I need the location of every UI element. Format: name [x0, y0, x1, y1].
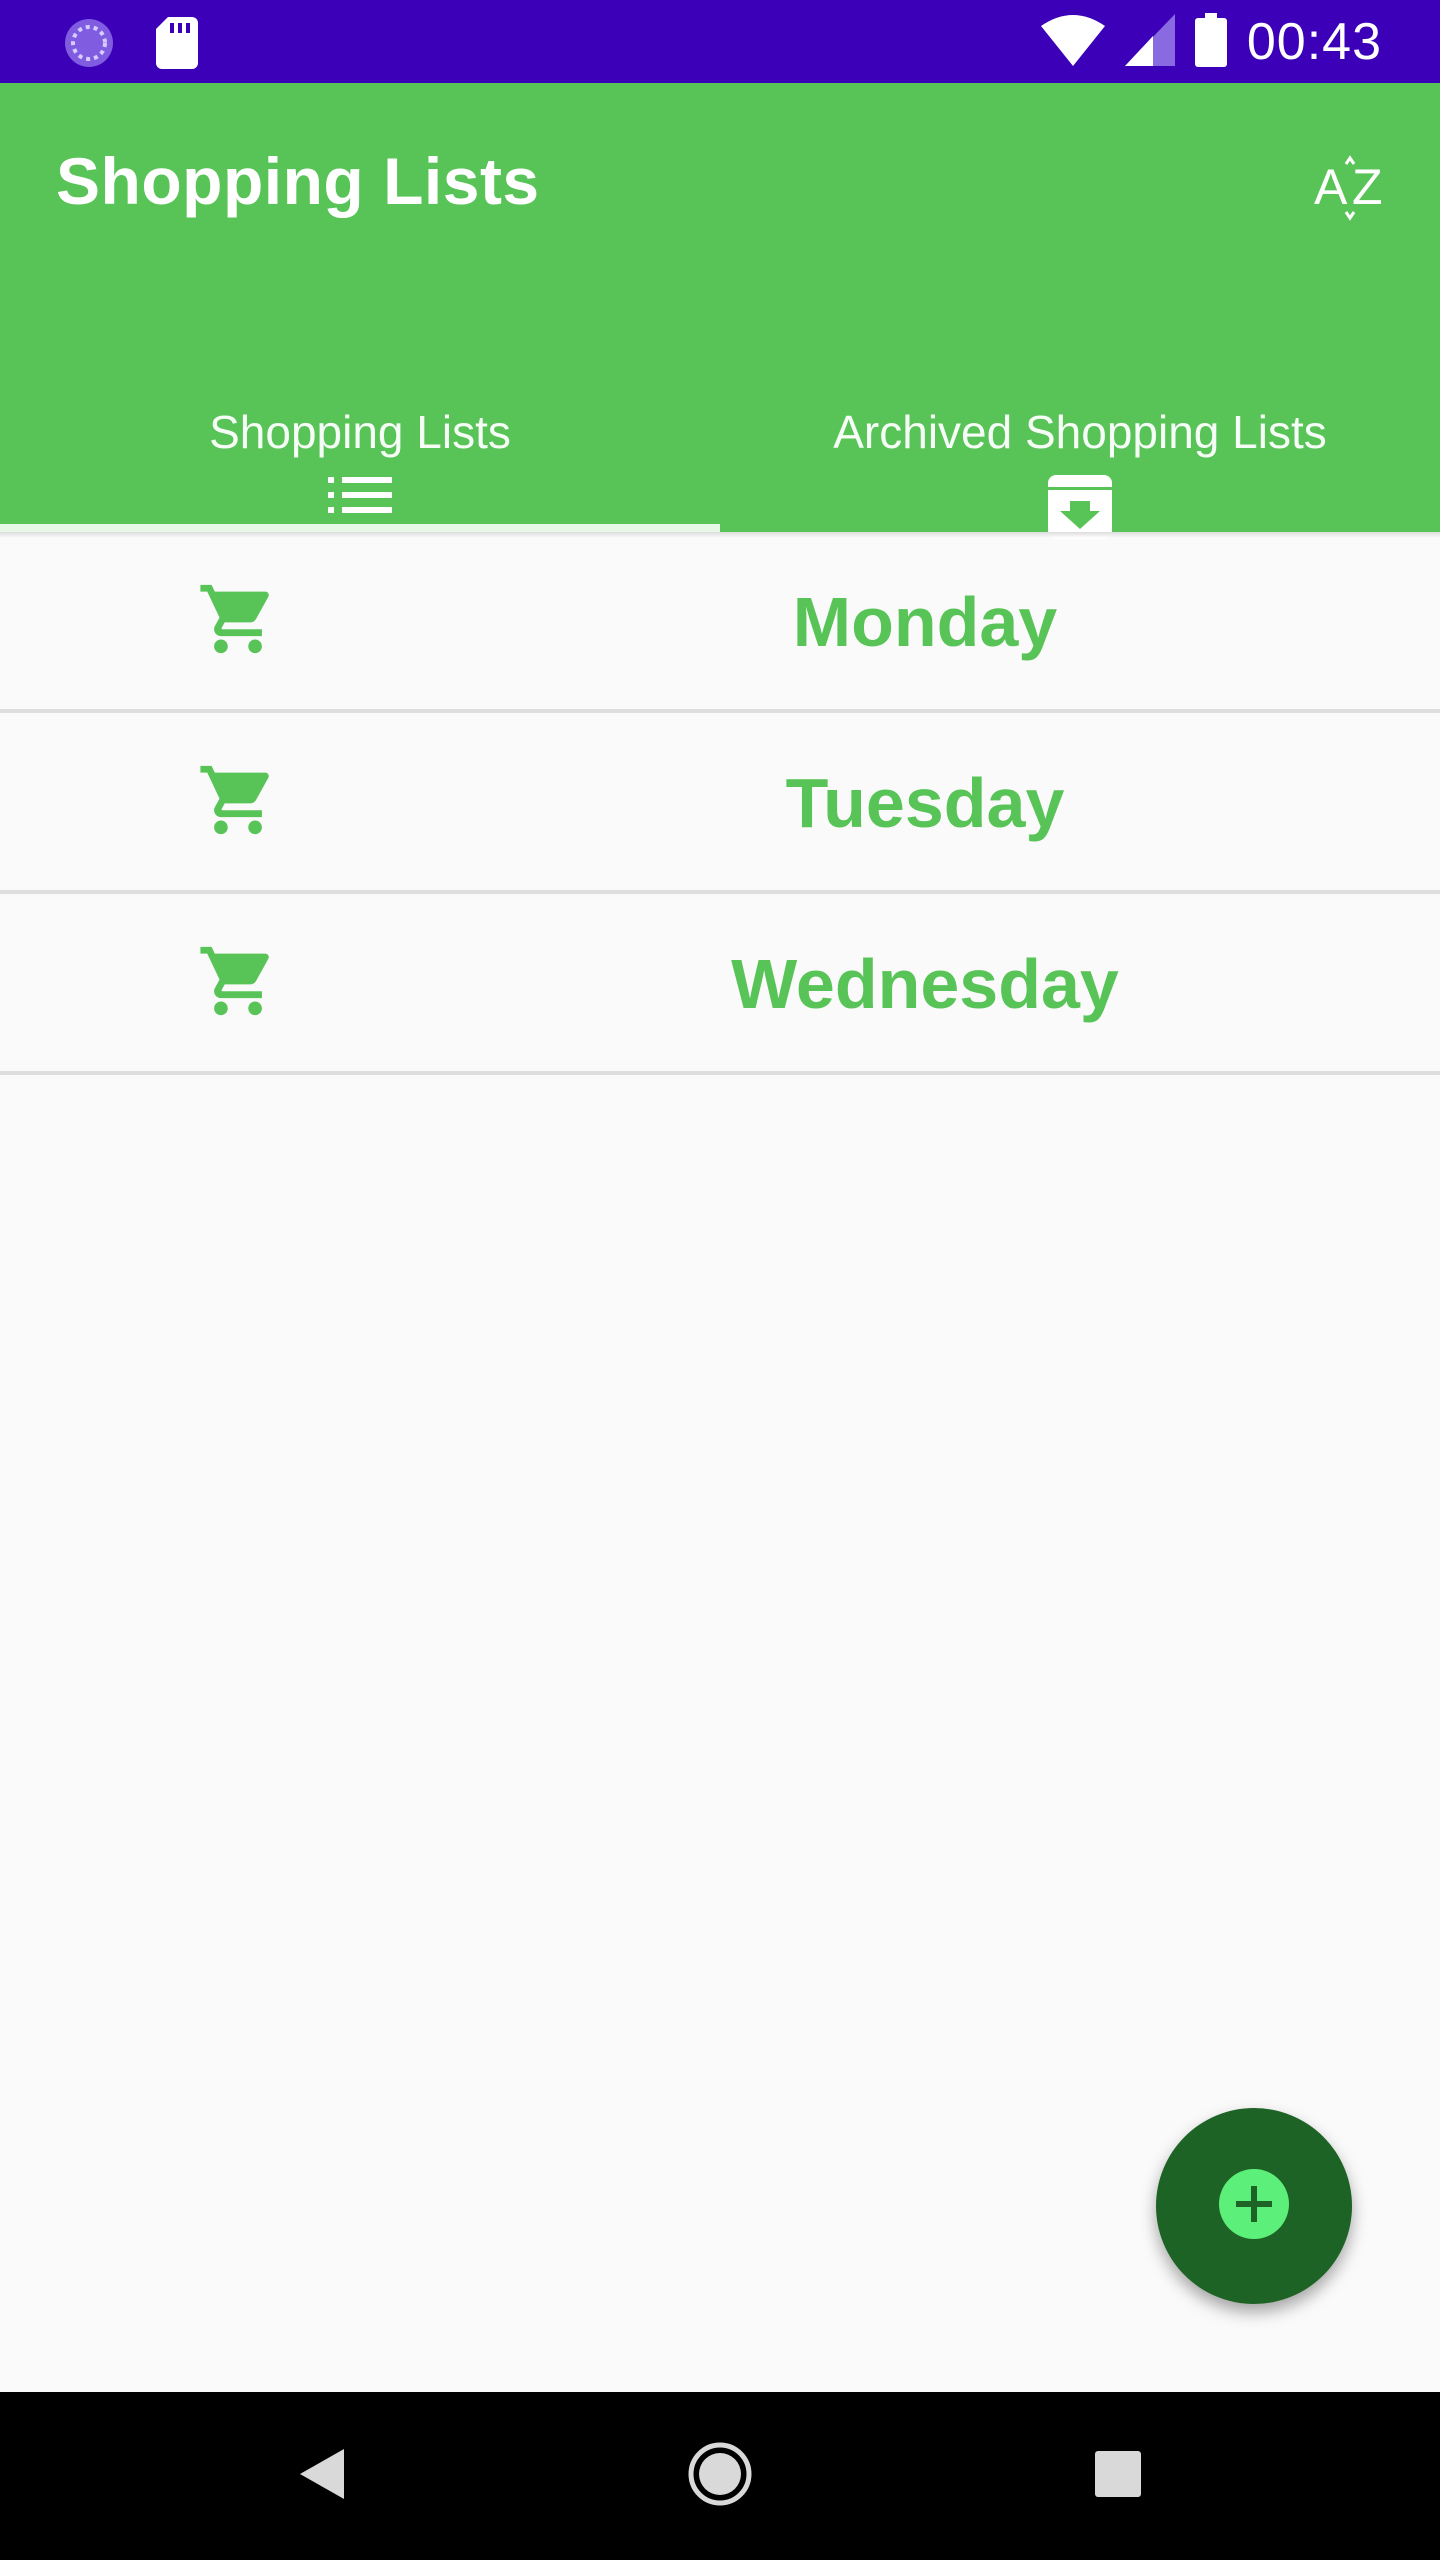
tab-label: Shopping Lists [209, 406, 511, 458]
back-button[interactable] [282, 2436, 362, 2516]
back-icon [300, 2448, 344, 2504]
cart-icon [196, 759, 280, 846]
tab-bar: Shopping Lists Archived Shopping Lists [0, 313, 1440, 539]
list-name: Wednesday [731, 945, 1119, 1023]
screen: 00:43 Shopping Lists A Z Shopping Lists [0, 0, 1440, 2560]
list-name: Tuesday [785, 764, 1065, 842]
sd-card-icon [156, 17, 198, 74]
battery-icon [1194, 12, 1227, 72]
add-icon [1218, 2168, 1290, 2245]
svg-text:A: A [1314, 159, 1348, 215]
shopping-list: Monday Tuesday Wednesday [0, 532, 1440, 1075]
wifi-icon [1040, 14, 1105, 71]
list-name: Monday [792, 583, 1058, 661]
svg-text:Z: Z [1352, 159, 1383, 215]
clock: 00:43 [1246, 13, 1382, 71]
navigation-bar [0, 2392, 1440, 2560]
app-bar: Shopping Lists A Z Shopping Lists Archiv… [0, 83, 1440, 539]
status-right: 00:43 [1040, 12, 1382, 72]
cart-icon [196, 578, 280, 665]
list-item[interactable]: Wednesday [0, 894, 1440, 1075]
loading-icon [62, 16, 116, 75]
home-button[interactable] [680, 2436, 760, 2516]
status-bar: 00:43 [0, 0, 1440, 83]
tab-shopping-lists[interactable]: Shopping Lists [0, 313, 720, 532]
recents-button[interactable] [1078, 2436, 1158, 2516]
page-title: Shopping Lists [56, 144, 540, 218]
tab-archived-shopping-lists[interactable]: Archived Shopping Lists [720, 313, 1440, 539]
add-list-button[interactable] [1156, 2108, 1352, 2304]
list-item[interactable]: Tuesday [0, 713, 1440, 894]
sort-button[interactable]: A Z [1304, 143, 1400, 239]
tab-indicator [0, 524, 720, 532]
sort-alpha-icon: A Z [1312, 154, 1392, 229]
status-left [62, 16, 198, 75]
list-item[interactable]: Monday [0, 532, 1440, 713]
cell-signal-icon [1124, 13, 1175, 71]
tab-label: Archived Shopping Lists [833, 406, 1327, 458]
list-icon [328, 475, 392, 520]
home-icon [687, 2441, 753, 2512]
recents-icon [1095, 2450, 1141, 2502]
cart-icon [196, 940, 280, 1027]
